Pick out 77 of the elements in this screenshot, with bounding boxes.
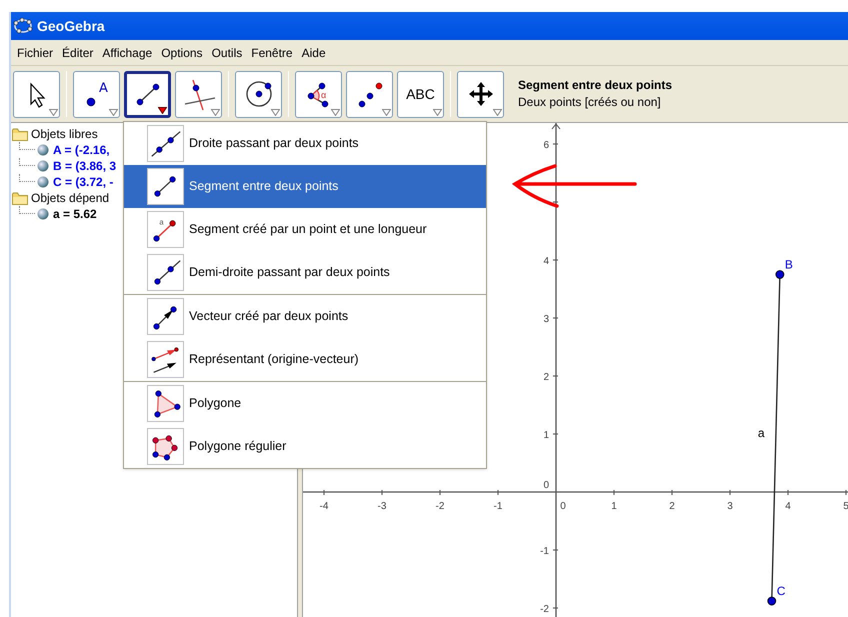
axis-tick-label: 3: [727, 501, 733, 512]
menu-item[interactable]: Options: [157, 44, 207, 62]
tool-hint: Deux points [créés ou non]: [518, 94, 662, 111]
vector-icon: [147, 341, 184, 378]
menu-item[interactable]: Aide: [298, 44, 330, 62]
axis-tick-label: -4: [320, 501, 328, 512]
menu-item[interactable]: Affichage: [98, 44, 156, 62]
sphere-icon: [37, 160, 49, 172]
axis-tick-label: -3: [378, 501, 386, 512]
tool-menu-item[interactable]: a Segment créé par un point et une longueur: [124, 208, 486, 251]
tool-button[interactable]: A: [73, 70, 120, 118]
dropdown-triangle-icon: [158, 106, 167, 114]
axis-tick-label: -1: [540, 546, 549, 557]
tool-menu-item[interactable]: Polygone: [124, 382, 486, 425]
point-marker[interactable]: [775, 270, 784, 279]
menu-item[interactable]: Fenêtre: [247, 44, 297, 62]
axis-tick-label: 0: [543, 480, 549, 491]
point-label: C: [776, 584, 786, 598]
window-title: GeoGebra: [37, 16, 105, 36]
menu-item[interactable]: Outils: [208, 44, 246, 62]
dropdown-triangle-icon: [331, 108, 340, 116]
tool-button[interactable]: [457, 70, 504, 118]
tool-menu-item[interactable]: Segment entre deux points: [124, 165, 486, 208]
tool-button[interactable]: [235, 70, 282, 118]
algebra-object[interactable]: a = 5.62: [53, 205, 97, 223]
segment-icon: [147, 168, 184, 205]
axis-tick-label: -2: [540, 604, 549, 615]
point-marker[interactable]: [767, 596, 776, 606]
menu-item[interactable]: Fichier: [13, 44, 58, 62]
sphere-icon: [37, 176, 49, 188]
tool-button[interactable]: [124, 70, 171, 118]
folder-icon: [12, 128, 28, 140]
tool-button[interactable]: [346, 70, 393, 118]
tool-menu-item[interactable]: Représentant (origine-vecteur): [124, 338, 486, 381]
axis-tick-label: 5: [843, 501, 848, 512]
axis-tick-label: -1: [494, 501, 502, 512]
tool-button[interactable]: ABC: [397, 70, 444, 118]
folder-label[interactable]: Objets libres: [31, 125, 98, 143]
dropdown-triangle-icon: [211, 108, 220, 116]
menu-item[interactable]: Éditer: [58, 44, 98, 62]
tool-menu-item[interactable]: Demi-droite passant par deux points: [124, 251, 486, 294]
axis-tick-label: 1: [543, 430, 549, 441]
ray-icon: [147, 254, 184, 291]
folder-label[interactable]: Objets dépend: [31, 189, 110, 207]
tool-menu-item[interactable]: Polygone régulier: [124, 425, 486, 468]
dropdown-triangle-icon: [109, 108, 118, 116]
axis-tick-label: 6: [543, 140, 549, 151]
segment-label: a: [758, 426, 765, 440]
tool-menu-item[interactable]: Droite passant par deux points: [124, 122, 486, 165]
algebra-object[interactable]: C = (3.72, -: [53, 173, 114, 191]
tool-title: Segment entre deux points: [518, 77, 672, 94]
axis-tick-label: 4: [785, 501, 791, 512]
algebra-object[interactable]: A = (-2.16,: [53, 141, 110, 159]
tool-button[interactable]: [175, 70, 222, 118]
tool-menu-item[interactable]: Vecteur créé par deux points: [124, 295, 486, 338]
axis-tick-label: 3: [543, 314, 549, 325]
vector-icon: [147, 298, 184, 335]
axis-tick-label: 2: [543, 372, 549, 383]
folder-icon: [12, 192, 28, 204]
sphere-icon: [37, 144, 49, 156]
app-logo-icon: [13, 18, 33, 34]
dropdown-triangle-icon: [382, 108, 391, 116]
axis-tick-label: 4: [543, 256, 549, 267]
axis-tick-label: 0: [560, 501, 566, 512]
algebra-object[interactable]: B = (3.86, 3: [53, 157, 116, 175]
axis-tick-label: -2: [436, 501, 444, 512]
segment-length-icon: a: [147, 211, 184, 248]
tool-button[interactable]: [13, 70, 60, 118]
axis-tick-label: 2: [669, 501, 675, 512]
dropdown-triangle-icon: [49, 108, 58, 116]
sphere-icon: [37, 208, 49, 220]
point-label: B: [784, 258, 793, 272]
dropdown-triangle-icon: [271, 108, 280, 116]
tool-button[interactable]: α: [295, 70, 342, 118]
dropdown-triangle-icon: [433, 108, 442, 116]
dropdown-triangle-icon: [493, 108, 502, 116]
axis-tick-label: 1: [611, 501, 617, 512]
